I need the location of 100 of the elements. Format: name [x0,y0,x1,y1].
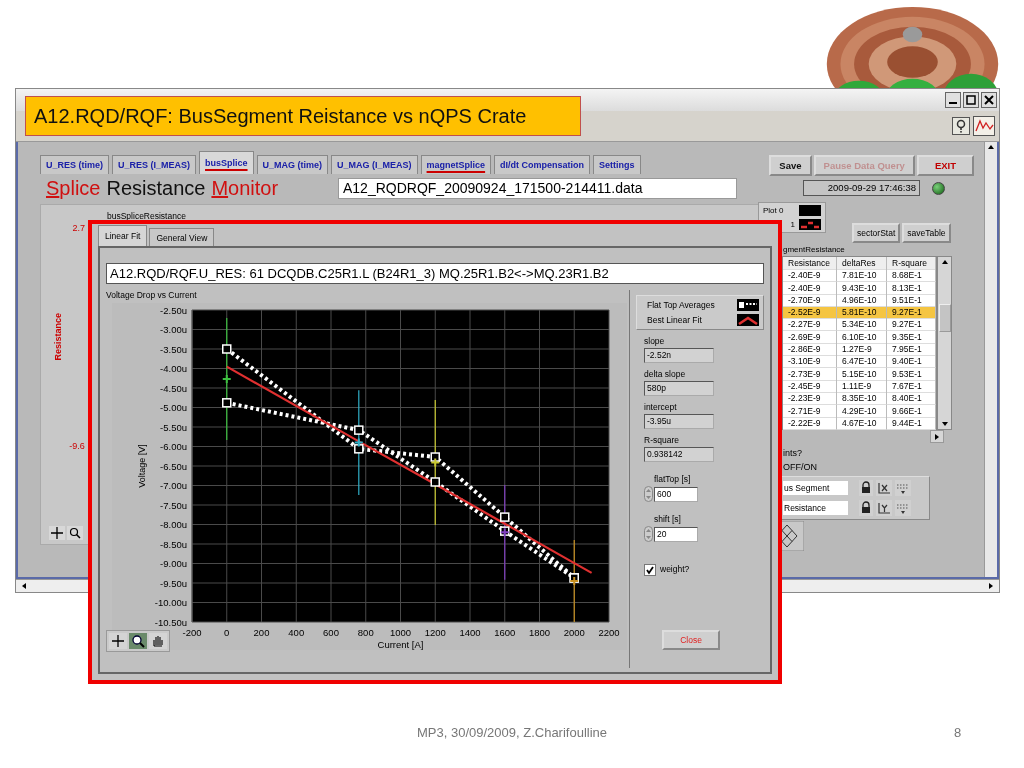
legend-label: Plot 0 [763,206,784,215]
close-icon[interactable] [984,95,994,105]
column-header: R-square [887,257,936,270]
tick-label: 1400 [459,627,481,638]
mean-mark [353,437,364,448]
scrollbar[interactable] [937,256,952,431]
table-cell: 4.67E-10 [837,416,887,430]
tick-label: -9.50u [160,577,187,589]
table-cell: -2.86E-9 [783,343,837,357]
toolbar-button[interactable]: Save [769,155,812,176]
checkbox[interactable] [644,564,656,576]
y-scale-icon[interactable] [876,500,892,517]
data-point [222,344,232,354]
tick-label: 2200 [598,627,620,638]
table-cell: 5.34E-10 [837,318,887,332]
scrollbar[interactable] [984,142,997,577]
tick-label: 800 [357,627,374,638]
table-cell: -2.70E-9 [783,293,837,307]
tab[interactable]: U_RES (time) [40,155,109,174]
data-point [430,452,440,462]
x-scale-icon[interactable] [876,480,892,497]
tick-label: -5.00u [160,402,187,413]
tab[interactable]: U_MAG (I_MEAS) [331,155,418,174]
tick-label: -7.00u [160,480,187,491]
table-row[interactable]: -2.40E-9 9.43E-10 8.13E-1 [783,281,936,294]
table-row[interactable]: -2.86E-9 1.27E-9 7.95E-1 [783,343,936,356]
mean-mark [430,457,441,468]
tab[interactable]: U_RES (I_MEAS) [112,155,197,174]
axis-title: Current [A] [377,639,424,650]
table-cell: 7.95E-1 [887,343,936,357]
scroll-right-button[interactable] [930,430,944,444]
legend-label: Best Linear Fit [647,315,702,325]
axis-name-field[interactable]: Resistance [783,501,848,516]
data-point [500,512,510,522]
number-input[interactable]: 600 [654,486,698,502]
points-swatch-icon[interactable] [737,299,759,311]
number-input[interactable]: 20 [654,526,698,542]
tab[interactable]: General View [149,228,215,246]
tab[interactable]: Settings [593,155,641,174]
crosshair-icon[interactable] [49,526,65,540]
file-field[interactable]: A12_RQDRQF_20090924_171500-214411.data [338,177,737,199]
tick-label: -200 [182,627,202,638]
table-row[interactable]: -2.23E-9 8.35E-10 8.40E-1 [783,392,936,405]
table-cell: -2.27E-9 [783,318,837,332]
table-row[interactable]: -3.10E-9 6.47E-10 9.40E-1 [783,355,936,368]
tick-label: -6.50u [160,460,187,472]
field-label: flatTop [s] [653,474,692,484]
tab[interactable]: busSplice [199,151,254,174]
dotted-swatch-icon[interactable] [799,219,821,230]
line-swatch-icon[interactable] [799,205,821,216]
table-cell: -2.71E-9 [783,404,837,418]
hand-icon[interactable] [149,633,167,649]
lock-icon[interactable] [859,480,873,497]
app-title: Monitor [211,176,279,200]
field-label: intercept [644,402,678,412]
line-swatch-icon[interactable] [737,314,759,326]
chart-title: Voltage Drop vs Current [106,290,198,302]
toolbar-button[interactable]: EXIT [916,155,974,176]
axis-label: Resistance [53,313,63,361]
tick-label: -8.00u [160,519,187,530]
table-row[interactable]: -2.40E-9 7.81E-10 8.68E-1 [783,269,936,282]
table-cell: 4.96E-10 [837,293,887,307]
tab[interactable]: U_MAG (time) [256,155,329,174]
field-label: slope [644,336,666,346]
tick-label: 1800 [528,627,551,638]
timestamp-field: 2009-09-29 17:46:38 [803,180,920,196]
maximize-icon[interactable] [966,95,976,105]
zoom-icon[interactable] [67,526,83,540]
table-cell: -2.69E-9 [783,330,837,344]
tick-label: 2.7 [72,223,85,233]
channel-field[interactable]: A12.RQD/RQF.U_RES: 61 DCQDB.C25R1.L (B24R1_3) MQ.25R1.B2<->MQ.23R1.B2 [106,263,764,284]
table-row[interactable]: -2.27E-9 5.34E-10 9.27E-1 [783,318,936,331]
zoom-icon[interactable] [129,633,147,649]
table-row[interactable]: -2.22E-9 4.67E-10 9.44E-1 [783,416,936,430]
graph-icon[interactable] [973,116,995,136]
tick-label: 0 [224,627,230,638]
table-row[interactable]: -2.45E-9 1.11E-9 7.67E-1 [783,379,936,393]
lock-icon[interactable] [859,500,873,517]
app-title: Resistance [106,176,206,200]
tab[interactable]: magnetSplice [420,155,492,174]
page-number: 8 [954,725,962,740]
table-row[interactable]: -2.69E-9 6.10E-10 9.35E-1 [783,330,936,344]
crosshair-icon[interactable] [109,633,127,649]
table-cell: 9.40E-1 [887,355,936,369]
tick-label: -3.50u [160,343,187,355]
table-cell: 9.44E-1 [887,416,936,430]
tick-label: 2000 [563,627,585,638]
tab[interactable]: Linear Fit [98,225,148,246]
table-row[interactable]: -2.70E-9 4.96E-10 9.51E-1 [783,293,936,307]
table-cell: 9.43E-10 [837,281,887,295]
tab[interactable]: dI/dt Compensation [494,155,591,174]
table-cell: 9.35E-1 [887,330,936,344]
help-icon[interactable] [952,117,970,135]
tick-label: 1600 [494,627,516,638]
table-row[interactable]: -2.71E-9 4.29E-10 9.66E-1 [783,404,936,417]
table-cell: 9.51E-1 [887,293,936,307]
axis-name-field[interactable]: us Segment [783,481,848,496]
panel-button[interactable]: saveTable [902,223,951,243]
panel-button[interactable]: sectorStat [852,223,901,243]
table-row[interactable]: -2.73E-9 5.15E-10 9.53E-1 [783,367,936,380]
